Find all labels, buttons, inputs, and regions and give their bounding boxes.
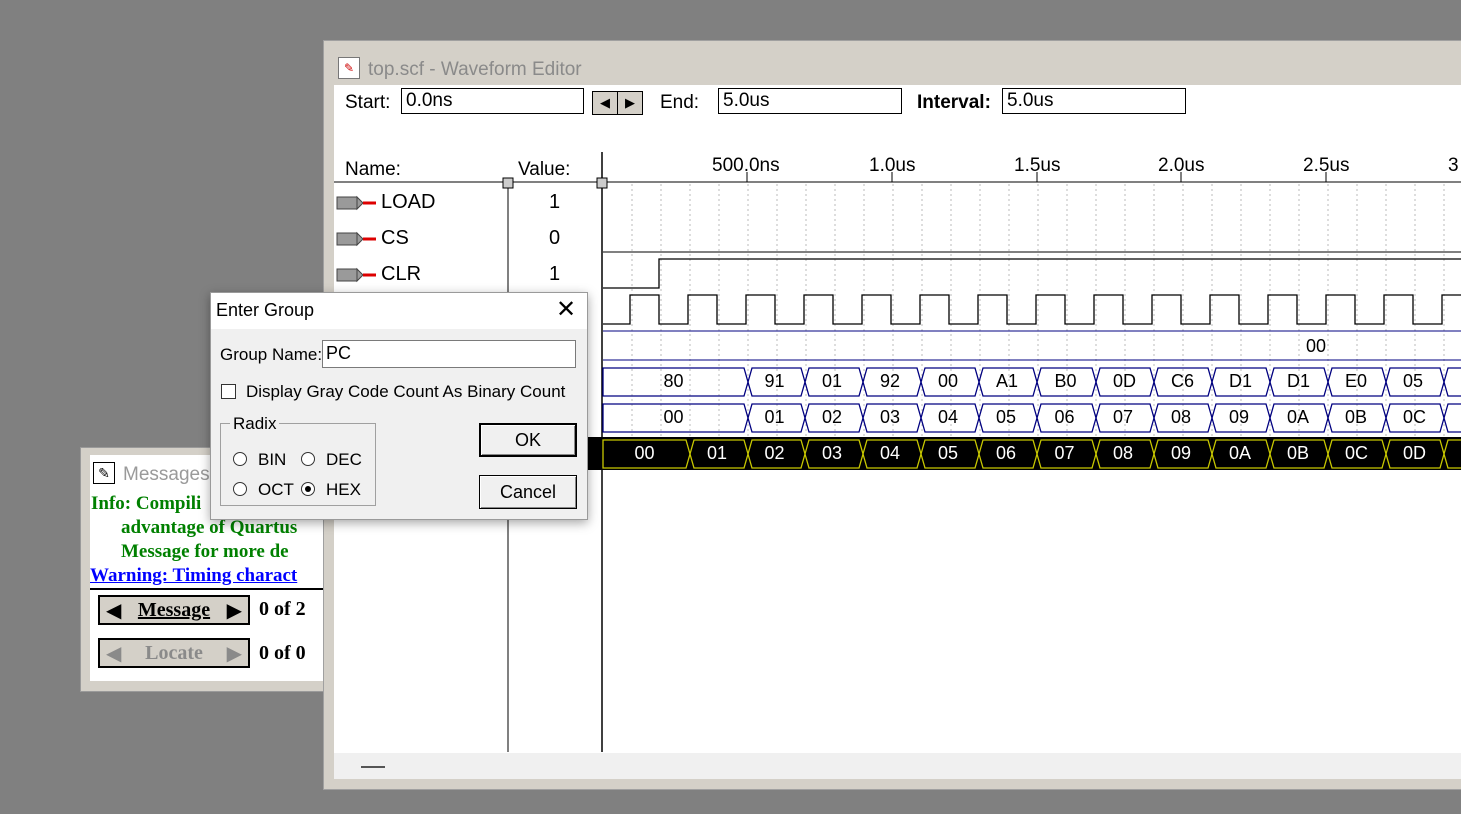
radix-label: Radix	[230, 414, 280, 434]
radix-option-dec: DEC	[326, 450, 362, 469]
bus-value-label: 01	[822, 371, 843, 391]
bus-value-label: D1	[1229, 371, 1253, 391]
dialog-title: Enter Group	[216, 300, 315, 320]
bus-value-label: 04	[880, 443, 901, 463]
bus-value-label: 05	[938, 443, 959, 463]
bus-value-label: 05	[1403, 371, 1424, 391]
radix-option-hex: HEX	[326, 480, 361, 499]
bus-value-label: 03	[822, 443, 843, 463]
bus-value-label: D1	[1287, 371, 1311, 391]
radio-dec[interactable]	[301, 452, 315, 466]
bus-value-label: 00	[1306, 336, 1327, 356]
bus-value-label: 01	[764, 407, 785, 427]
ok-button[interactable]: OK	[479, 423, 577, 457]
bus-value-label: 0D	[1403, 443, 1427, 463]
radix-option-bin: BIN	[258, 450, 287, 469]
bus-value-label: 02	[822, 407, 843, 427]
bus-value-label: 0A	[1229, 443, 1252, 463]
bus-value-label: 0D	[1113, 371, 1137, 391]
close-icon[interactable]: ✕	[551, 295, 581, 325]
bus-value-label: 04	[938, 407, 959, 427]
bus-value-label: E0	[1345, 371, 1368, 391]
enter-group-dialog: Enter Group ✕ Group Name: PC Display Gra…	[210, 292, 588, 520]
bus-segment	[1443, 403, 1461, 433]
gray-code-label[interactable]: Display Gray Code Count As Binary Count	[246, 382, 565, 402]
bus-value-label: 0C	[1403, 407, 1427, 427]
bus-value-label: A1	[996, 371, 1019, 391]
radio-bin[interactable]	[233, 452, 247, 466]
bus-value-label: 05	[996, 407, 1017, 427]
cancel-button[interactable]: Cancel	[479, 475, 577, 509]
group-name-input[interactable]: PC	[322, 340, 576, 368]
bus-value-label: 0C	[1345, 443, 1369, 463]
bus-value-label: 09	[1229, 407, 1250, 427]
bus-value-label: 06	[1054, 407, 1075, 427]
group-name-label: Group Name:	[220, 345, 323, 364]
bus-value-label: 07	[1054, 443, 1075, 463]
bus-value-label: B0	[1054, 371, 1077, 391]
bus-value-label: 03	[880, 407, 901, 427]
bus-value-label: 07	[1113, 407, 1134, 427]
bus-value-label: 00	[938, 371, 959, 391]
bus-value-label: 08	[1171, 407, 1192, 427]
bus-value-label: 08	[1113, 443, 1134, 463]
bus-value-label: C6	[1171, 371, 1195, 391]
bus-value-label: 09	[1171, 443, 1192, 463]
radix-option-oct: OCT	[258, 480, 294, 499]
bus-value-label: 91	[764, 371, 785, 391]
bus-value-label: 0A	[1287, 407, 1310, 427]
bus-value-label: 92	[880, 371, 901, 391]
bus-value-label: 00	[634, 443, 655, 463]
bus-value-label: 06	[996, 443, 1017, 463]
bus-segment	[1443, 367, 1461, 397]
bus-value-label: 0B	[1345, 407, 1368, 427]
bus-value-label: 00	[663, 407, 684, 427]
bus-value-label: 01	[707, 443, 728, 463]
bus-value-label: 0B	[1287, 443, 1310, 463]
bus-value-label: 02	[764, 443, 785, 463]
radio-oct[interactable]	[233, 482, 247, 496]
bus-value-label: 80	[663, 371, 684, 391]
radio-hex[interactable]	[301, 482, 315, 496]
gray-code-checkbox[interactable]	[221, 384, 236, 399]
